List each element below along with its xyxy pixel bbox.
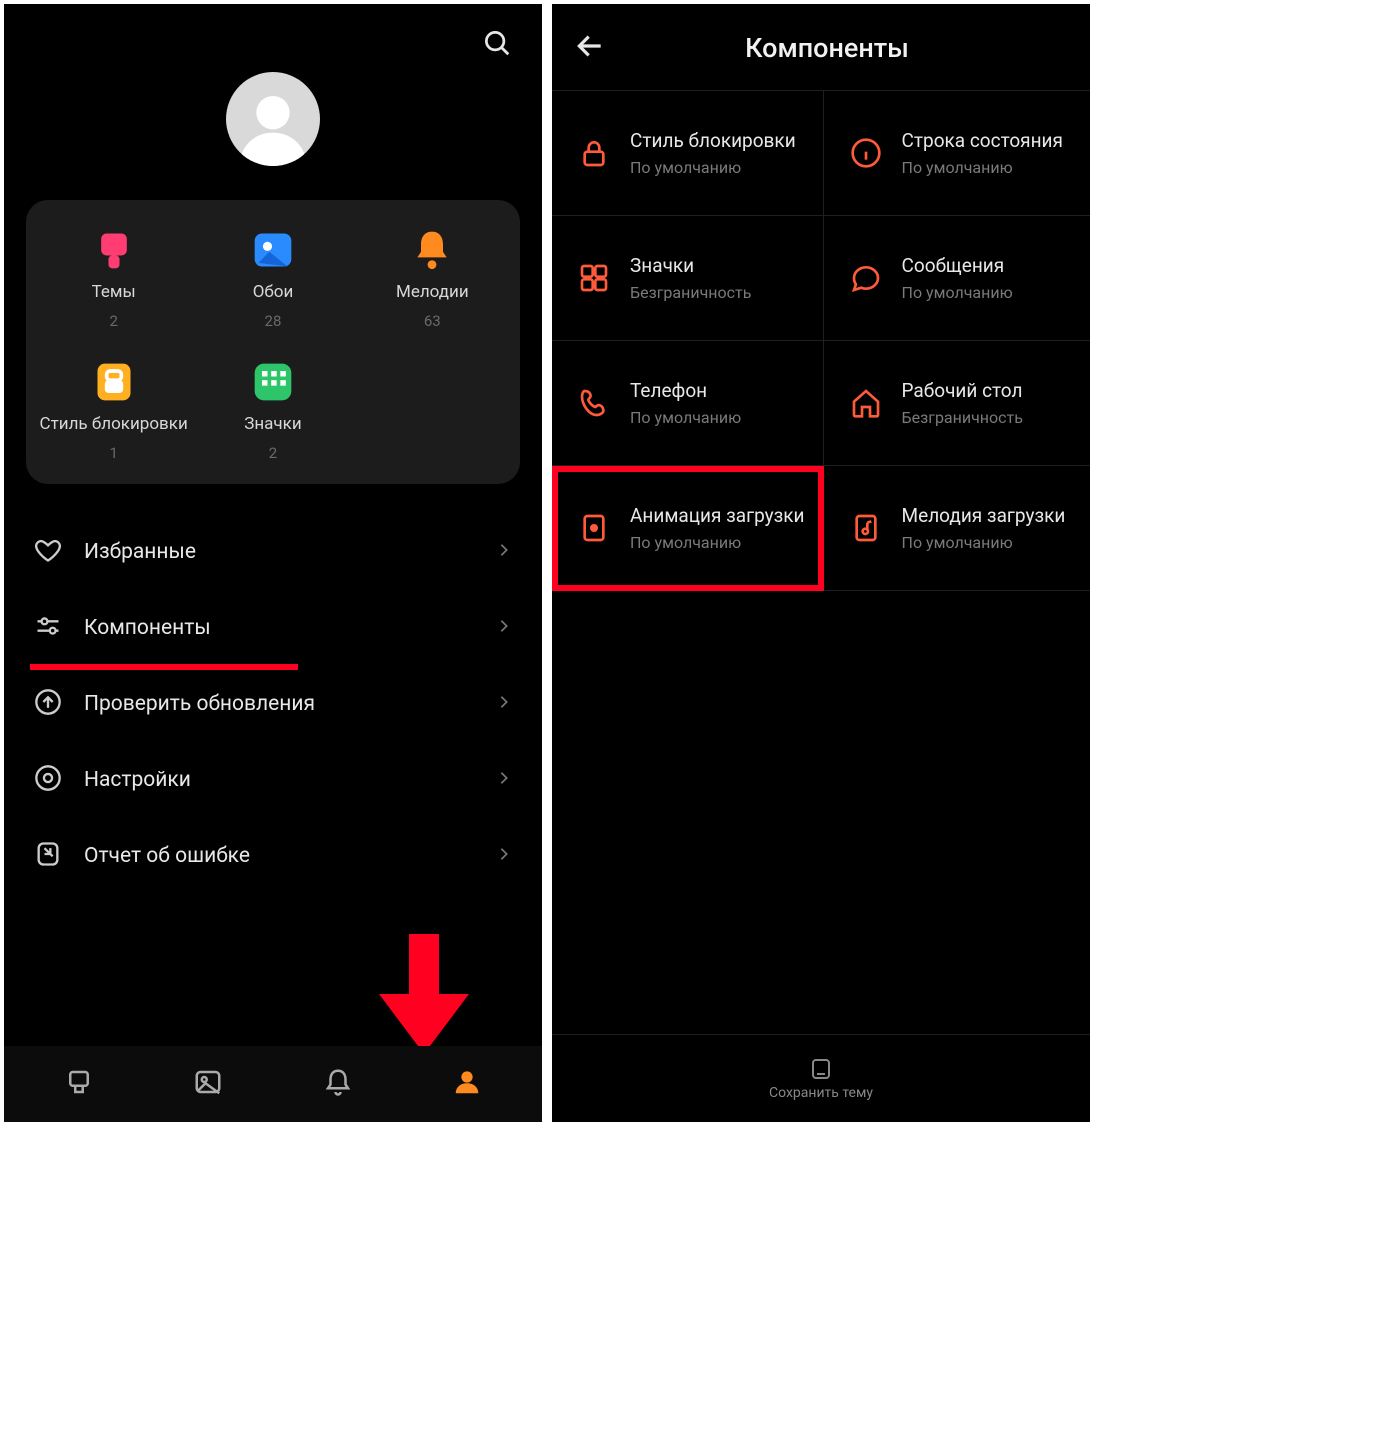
chevron-right-icon bbox=[496, 542, 512, 562]
phone-icon bbox=[576, 385, 612, 421]
bottom-nav bbox=[4, 1046, 542, 1122]
component-anim[interactable]: Анимация загрузки По умолчанию bbox=[552, 466, 824, 591]
grid-icon bbox=[251, 360, 295, 404]
report-icon bbox=[34, 840, 62, 872]
component-title: Стиль блокировки bbox=[630, 129, 796, 152]
component-title: Анимация загрузки bbox=[630, 504, 805, 527]
menu-item-gear[interactable]: Настройки bbox=[34, 742, 512, 818]
component-title: Мелодия загрузки bbox=[902, 504, 1066, 527]
grid-item-count: 28 bbox=[265, 312, 282, 330]
nav-bell-icon[interactable] bbox=[323, 1067, 353, 1101]
component-title: Рабочий стол bbox=[902, 379, 1023, 402]
component-subtitle: Безграничность bbox=[630, 283, 751, 302]
menu-item-label: Отчет об ошибке bbox=[84, 844, 474, 868]
components-grid: Стиль блокировкиПо умолчаниюСтрока состо… bbox=[552, 90, 1090, 591]
grid-item-ring[interactable]: Мелодии 63 bbox=[353, 228, 512, 330]
ring-icon bbox=[410, 228, 454, 272]
grid-item-theme[interactable]: Темы 2 bbox=[34, 228, 193, 330]
menu-item-label: Компоненты bbox=[84, 616, 474, 640]
component-subtitle: Безграничность bbox=[902, 408, 1023, 427]
component-chat[interactable]: Сообщения По умолчанию bbox=[824, 216, 1090, 341]
up-icon bbox=[34, 688, 62, 720]
component-phone[interactable]: Телефон По умолчанию bbox=[552, 341, 824, 466]
component-subtitle: По умолчанию bbox=[902, 158, 1063, 177]
chevron-right-icon bbox=[496, 846, 512, 866]
component-subtitle: По умолчанию bbox=[902, 283, 1013, 302]
lock-icon bbox=[576, 135, 612, 171]
grid-item-label: Мелодии bbox=[396, 282, 469, 302]
nav-picture-icon[interactable] bbox=[193, 1067, 223, 1101]
anim-icon bbox=[576, 510, 612, 546]
component-grid4[interactable]: Значки Безграничность bbox=[552, 216, 824, 341]
home-icon bbox=[848, 385, 884, 421]
music-icon bbox=[848, 510, 884, 546]
search-bar bbox=[4, 4, 542, 66]
menu-item-up[interactable]: Проверить обновления bbox=[34, 666, 512, 742]
save-theme-label: Сохранить тему bbox=[769, 1085, 873, 1101]
grid-item-lock[interactable]: Стиль блокировки 1 bbox=[34, 360, 193, 462]
grid-item-label: Значки bbox=[244, 414, 301, 434]
component-info[interactable]: Строка состояния По умолчанию bbox=[824, 91, 1090, 216]
component-subtitle: По умолчанию bbox=[902, 533, 1066, 552]
profile-screen: Темы 2 Обои 28 Мелодии 63 Стиль блокировки 1 Зна… bbox=[4, 4, 542, 1122]
theme-icon bbox=[92, 228, 136, 272]
grid4-icon bbox=[576, 260, 612, 296]
component-title: Телефон bbox=[630, 379, 741, 402]
component-subtitle: По умолчанию bbox=[630, 408, 741, 427]
save-theme-button[interactable]: Сохранить тему bbox=[552, 1034, 1090, 1122]
grid-item-label: Темы bbox=[92, 282, 136, 302]
grid-item-grid[interactable]: Значки 2 bbox=[193, 360, 352, 462]
annotation-arrow bbox=[374, 934, 474, 1054]
wall-icon bbox=[251, 228, 295, 272]
chevron-right-icon bbox=[496, 770, 512, 790]
grid-item-count: 63 bbox=[424, 312, 441, 330]
grid-item-label: Стиль блокировки bbox=[40, 414, 188, 434]
lock-icon bbox=[92, 360, 136, 404]
component-title: Значки bbox=[630, 254, 751, 277]
gear-icon bbox=[34, 764, 62, 796]
nav-profile-icon[interactable] bbox=[452, 1067, 482, 1101]
component-title: Сообщения bbox=[902, 254, 1013, 277]
menu-item-label: Избранные bbox=[84, 540, 474, 564]
grid-item-count: 2 bbox=[269, 444, 277, 462]
component-subtitle: По умолчанию bbox=[630, 533, 805, 552]
menu-item-label: Настройки bbox=[84, 768, 474, 792]
menu-item-report[interactable]: Отчет об ошибке bbox=[34, 818, 512, 894]
grid-item-wall[interactable]: Обои 28 bbox=[193, 228, 352, 330]
avatar-wrap bbox=[4, 66, 542, 186]
settings-menu: Избранные Компоненты Проверить обновления Н… bbox=[4, 506, 542, 894]
grid-item-count: 2 bbox=[109, 312, 117, 330]
component-title: Строка состояния bbox=[902, 129, 1063, 152]
topbar: Компоненты bbox=[552, 4, 1090, 90]
avatar[interactable] bbox=[226, 72, 320, 166]
nav-brush-icon[interactable] bbox=[64, 1067, 94, 1101]
component-subtitle: По умолчанию bbox=[630, 158, 796, 177]
components-screen: Компоненты Стиль блокировкиПо умолчаниюС… bbox=[552, 4, 1090, 1122]
chevron-right-icon bbox=[496, 694, 512, 714]
menu-item-label: Проверить обновления bbox=[84, 692, 474, 716]
grid-item-count: 1 bbox=[109, 444, 117, 462]
sliders-icon bbox=[34, 612, 62, 644]
menu-item-heart[interactable]: Избранные bbox=[34, 514, 512, 590]
chat-icon bbox=[848, 260, 884, 296]
grid-item-label: Обои bbox=[253, 282, 294, 302]
chevron-right-icon bbox=[496, 618, 512, 638]
info-icon bbox=[848, 135, 884, 171]
component-home[interactable]: Рабочий стол Безграничность bbox=[824, 341, 1090, 466]
screen-title: Компоненты bbox=[586, 32, 1068, 64]
search-icon[interactable] bbox=[482, 28, 512, 62]
heart-icon bbox=[34, 536, 62, 568]
menu-item-sliders[interactable]: Компоненты bbox=[34, 590, 512, 666]
my-items-card: Темы 2 Обои 28 Мелодии 63 Стиль блокировки 1 Зна… bbox=[26, 200, 520, 484]
component-music[interactable]: Мелодия загрузки По умолчанию bbox=[824, 466, 1090, 591]
component-lock[interactable]: Стиль блокировки По умолчанию bbox=[552, 91, 824, 216]
